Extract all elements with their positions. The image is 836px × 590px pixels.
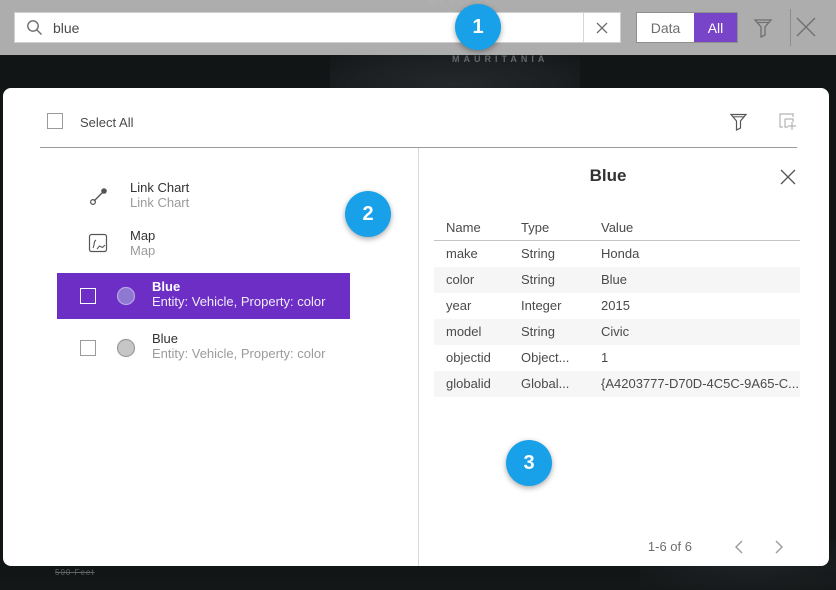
result-item-blue[interactable]: Blue Entity: Vehicle, Property: color xyxy=(57,325,350,371)
table-row: year Integer 2015 xyxy=(434,293,800,319)
column-header: Value xyxy=(601,220,633,235)
result-title: Link Chart xyxy=(130,180,189,195)
cell-type: Global... xyxy=(521,376,569,391)
cell-type: String xyxy=(521,324,555,339)
prev-page-button[interactable] xyxy=(734,539,748,555)
pagination: 1-6 of 6 xyxy=(434,536,800,558)
cell-name: objectid xyxy=(446,350,491,365)
scope-data-button[interactable]: Data xyxy=(637,13,694,42)
close-search-icon[interactable] xyxy=(794,15,818,39)
cell-value: 2015 xyxy=(601,298,630,313)
result-checkbox[interactable] xyxy=(80,288,96,304)
cell-name: globalid xyxy=(446,376,491,391)
result-subtitle: Entity: Vehicle, Property: color xyxy=(152,294,325,309)
search-box xyxy=(14,12,621,43)
pane-divider xyxy=(418,148,419,566)
detail-title: Blue xyxy=(418,166,798,186)
search-results-panel: Select All Link Chart Link Chart Map Map xyxy=(3,88,829,566)
cell-value: Civic xyxy=(601,324,629,339)
table-row: objectid Object... 1 xyxy=(434,345,800,371)
cell-value: Blue xyxy=(601,272,627,287)
result-title: Blue xyxy=(152,331,325,346)
annotation-badge-3: 3 xyxy=(506,440,552,486)
cell-name: model xyxy=(446,324,481,339)
add-to-selection-icon[interactable] xyxy=(777,111,798,132)
map-scale-label: 500 Feet xyxy=(55,568,95,577)
search-input[interactable] xyxy=(53,13,583,42)
toolbar-divider xyxy=(790,9,791,46)
table-row: model String Civic xyxy=(434,319,800,345)
cell-value: 1 xyxy=(601,350,608,365)
result-item-blue-selected[interactable]: Blue Entity: Vehicle, Property: color xyxy=(57,273,350,319)
table-row: globalid Global... {A4203777-D70D-4C5C-9… xyxy=(434,371,800,397)
attribute-table: Name Type Value make String Honda color … xyxy=(434,215,800,397)
result-subtitle: Link Chart xyxy=(130,195,189,210)
cell-name: make xyxy=(446,246,478,261)
annotation-badge-1: 1 xyxy=(455,4,501,50)
select-all-checkbox[interactable] xyxy=(47,113,63,129)
page-count: 1-6 of 6 xyxy=(648,539,692,554)
select-all-row: Select All xyxy=(3,88,829,147)
cell-type: Object... xyxy=(521,350,569,365)
cell-name: color xyxy=(446,272,474,287)
table-row: color String Blue xyxy=(434,267,800,293)
table-header: Name Type Value xyxy=(434,215,800,241)
map-icon xyxy=(88,233,108,253)
result-title: Blue xyxy=(152,279,325,294)
annotation-badge-2: 2 xyxy=(345,191,391,237)
close-detail-icon[interactable] xyxy=(779,168,797,186)
cell-value: {A4203777-D70D-4C5C-9A65-C... xyxy=(601,376,799,391)
cell-type: String xyxy=(521,246,555,261)
cell-type: String xyxy=(521,272,555,287)
select-all-label: Select All xyxy=(80,115,133,130)
cell-type: Integer xyxy=(521,298,561,313)
scope-all-button[interactable]: All xyxy=(694,13,737,42)
cell-value: Honda xyxy=(601,246,639,261)
result-subtitle: Map xyxy=(130,243,155,258)
entity-circle-icon xyxy=(116,286,136,306)
next-page-button[interactable] xyxy=(774,539,788,555)
result-subtitle: Entity: Vehicle, Property: color xyxy=(152,346,325,361)
search-icon xyxy=(15,19,53,36)
result-checkbox[interactable] xyxy=(80,340,96,356)
map-region-label: MAURITANIA xyxy=(452,54,612,64)
column-header: Name xyxy=(446,220,481,235)
link-chart-icon xyxy=(88,185,110,207)
cell-name: year xyxy=(446,298,471,313)
search-toolbar: Data All xyxy=(0,0,836,55)
search-scope-toggle: Data All xyxy=(636,12,738,43)
table-row: make String Honda xyxy=(434,241,800,267)
filter-icon[interactable] xyxy=(753,17,773,39)
result-title: Map xyxy=(130,228,155,243)
funnel-icon[interactable] xyxy=(729,112,748,132)
column-header: Type xyxy=(521,220,549,235)
clear-search-button[interactable] xyxy=(583,13,620,42)
entity-circle-icon xyxy=(116,338,136,358)
